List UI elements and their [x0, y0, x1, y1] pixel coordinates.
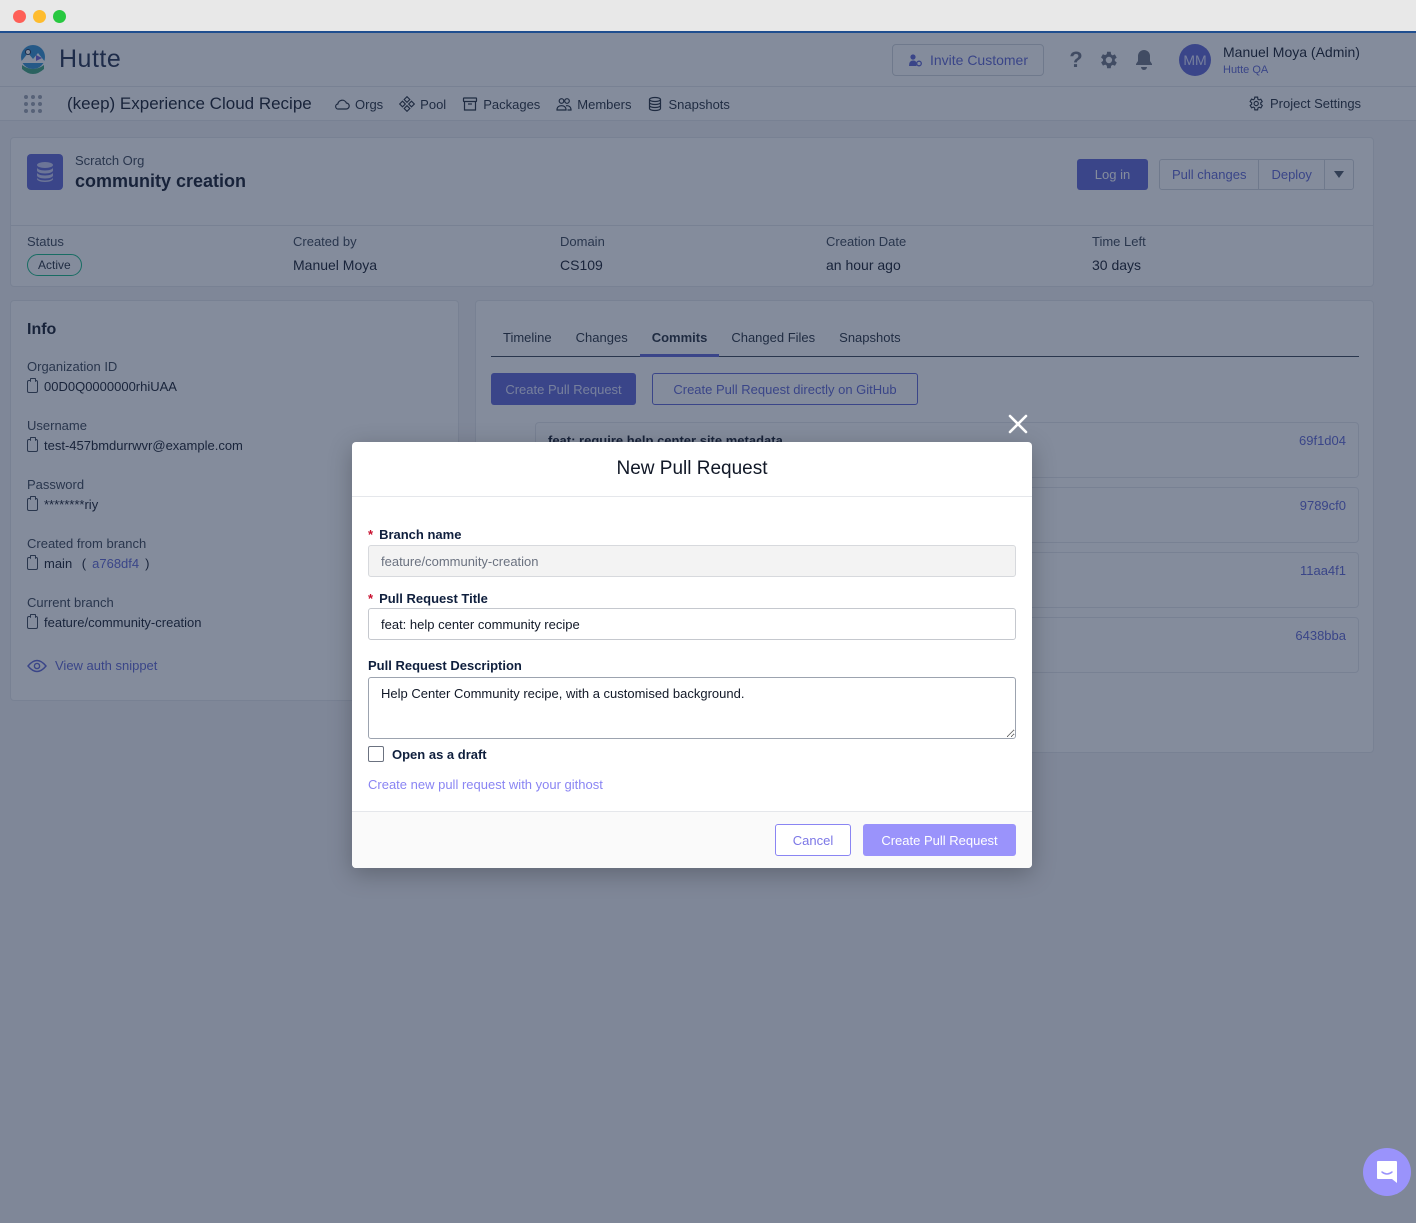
draft-checkbox[interactable] [368, 746, 384, 762]
chat-icon [1377, 1161, 1397, 1183]
create-pull-request-submit-button[interactable]: Create Pull Request [863, 824, 1016, 856]
pr-title-label: * Pull Request Title [368, 591, 488, 606]
window-titlebar [0, 0, 1416, 33]
modal-close-icon[interactable] [1006, 412, 1030, 436]
pr-description-textarea[interactable]: Help Center Community recipe, with a cus… [368, 677, 1016, 739]
new-pull-request-modal: New Pull Request *Branch name *Pull Requ… [352, 442, 1032, 868]
branch-name-label: * Branch name [368, 527, 462, 542]
required-marker: * [368, 591, 374, 606]
modal-title: New Pull Request [352, 442, 1032, 497]
githost-pr-link[interactable]: Create new pull request with your githos… [368, 777, 603, 792]
draft-label: Open as a draft [392, 746, 487, 762]
window-close-button[interactable] [13, 10, 26, 23]
modal-footer: Cancel Create Pull Request [352, 811, 1032, 868]
pr-title-input[interactable] [368, 608, 1016, 640]
window-maximize-button[interactable] [53, 10, 66, 23]
window-minimize-button[interactable] [33, 10, 46, 23]
modal-body: *Branch name *Pull Request Title Pull Re… [352, 497, 1032, 811]
chat-support-button[interactable] [1363, 1148, 1411, 1196]
required-marker: * [368, 527, 374, 542]
pr-description-label: Pull Request Description [368, 658, 522, 673]
branch-name-input[interactable] [368, 545, 1016, 577]
cancel-button[interactable]: Cancel [775, 824, 851, 856]
open-as-draft-option[interactable]: Open as a draft [368, 746, 487, 762]
